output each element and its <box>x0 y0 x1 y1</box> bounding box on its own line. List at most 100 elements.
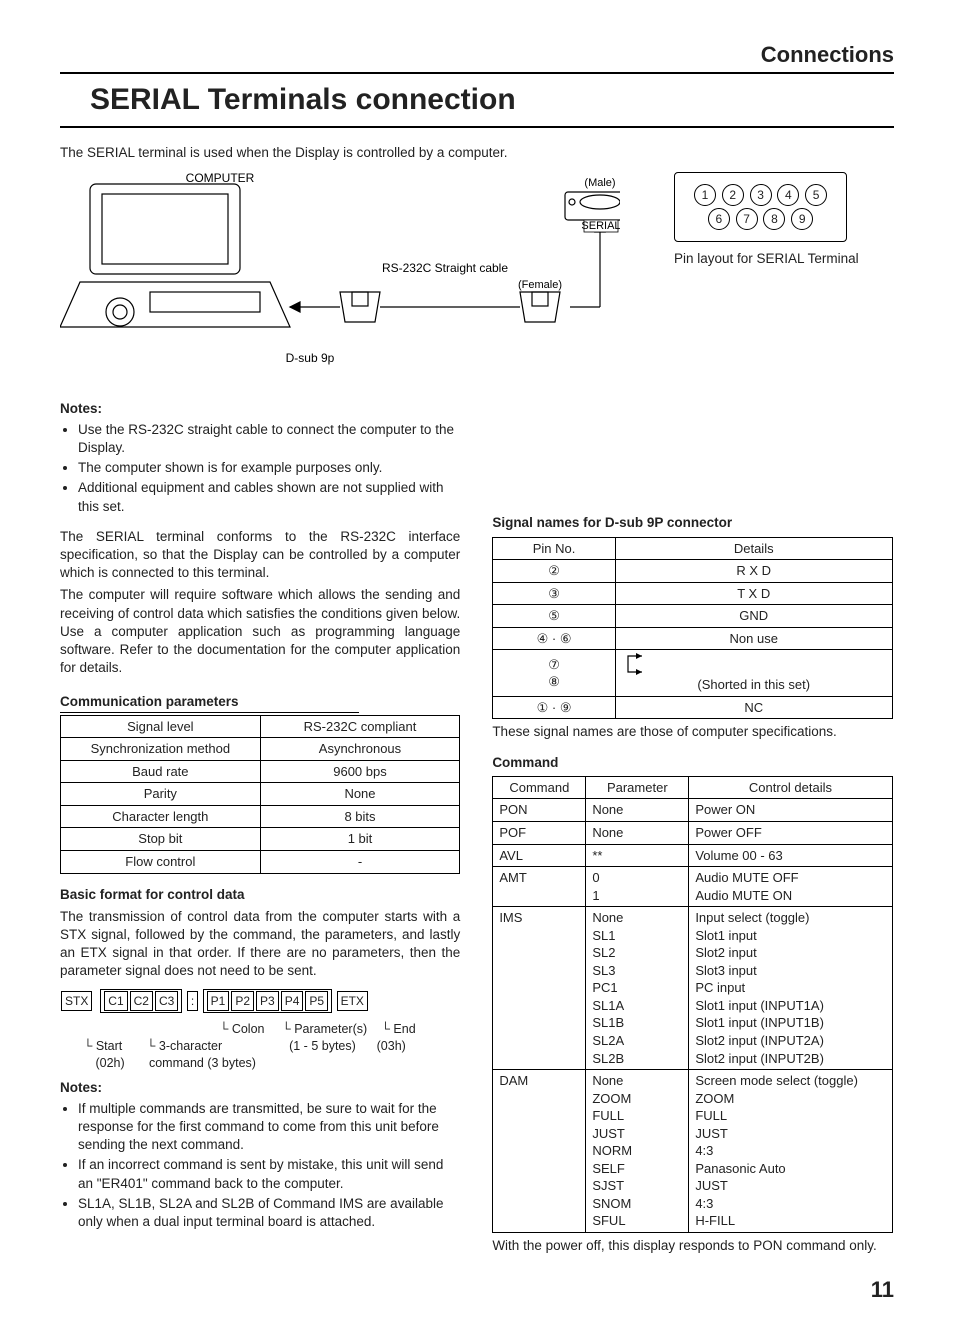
box-c2: C2 <box>130 991 153 1011</box>
table-cell: None <box>260 783 460 806</box>
note-item: Additional equipment and cables shown ar… <box>78 479 460 515</box>
table-cell: Signal level <box>61 715 261 738</box>
note-item: If an incorrect command is sent by mista… <box>78 1156 460 1192</box>
page-number: 11 <box>60 1275 894 1305</box>
table-cell: ② <box>493 560 616 583</box>
box-stx: STX <box>61 991 92 1011</box>
table-cell: ① · ⑨ <box>493 696 616 719</box>
table-cell: Power OFF <box>689 821 892 844</box>
table-cell: Stop bit <box>61 828 261 851</box>
table-cell: Synchronization method <box>61 738 261 761</box>
note-item: If multiple commands are transmitted, be… <box>78 1100 460 1155</box>
box-p2: P2 <box>231 991 254 1011</box>
table-cell: (Shorted in this set) <box>615 650 892 697</box>
pin-3: 3 <box>750 184 772 206</box>
command-footer: With the power off, this display respond… <box>492 1237 892 1255</box>
lbl-param: Parameter(s) <box>282 1022 367 1036</box>
notes2-heading: Notes: <box>60 1079 460 1097</box>
table-cell: T X D <box>615 582 892 605</box>
pin-layout-caption: Pin layout for SERIAL Terminal <box>674 250 894 268</box>
table-cell: None ZOOM FULL JUST NORM SELF SJST SNOM … <box>586 1070 689 1233</box>
table-cell: IMS <box>493 907 586 1070</box>
note-item: Use the RS-232C straight cable to connec… <box>78 421 460 457</box>
table-cell: Power ON <box>689 799 892 822</box>
dsub-label: D-sub 9p <box>286 351 335 365</box>
left-column: Notes: Use the RS-232C straight cable to… <box>60 392 460 1255</box>
table-header: Control details <box>689 776 892 799</box>
table-cell: Screen mode select (toggle) ZOOM FULL JU… <box>689 1070 892 1233</box>
box-p1: P1 <box>207 991 230 1011</box>
pin-6: 6 <box>708 208 730 230</box>
box-etx: ETX <box>337 991 368 1011</box>
table-header: Parameter <box>586 776 689 799</box>
lbl-cmd2: command (3 bytes) <box>149 1056 256 1070</box>
paragraph-1: The SERIAL terminal conforms to the RS-2… <box>60 528 460 583</box>
table-cell: Audio MUTE OFF Audio MUTE ON <box>689 867 892 907</box>
female-label: (Female) <box>518 279 562 291</box>
table-cell: Flow control <box>61 850 261 873</box>
pin-4: 4 <box>777 184 799 206</box>
table-cell: ⑤ <box>493 605 616 628</box>
comm-params-table: Signal levelRS-232C compliantSynchroniza… <box>60 715 460 874</box>
signal-names-heading: Signal names for D-sub 9P connector <box>492 514 892 532</box>
lbl-start-hex: (02h) <box>95 1056 124 1070</box>
table-cell: ** <box>586 844 689 867</box>
box-c1: C1 <box>104 991 127 1011</box>
lbl-end-hex: (03h) <box>377 1039 406 1053</box>
page-title: SERIAL Terminals connection <box>90 80 894 121</box>
signal-names-footer: These signal names are those of computer… <box>492 723 892 741</box>
box-p5: P5 <box>305 991 328 1011</box>
diagram-row: COMPUTER <box>60 172 894 382</box>
right-column: Signal names for D-sub 9P connector Pin … <box>492 392 892 1255</box>
table-cell: Parity <box>61 783 261 806</box>
table-header: Details <box>615 537 892 560</box>
table-cell: None SL1 SL2 SL3 PC1 SL1A SL1B SL2A SL2B <box>586 907 689 1070</box>
table-cell: ④ · ⑥ <box>493 627 616 650</box>
table-cell: Volume 00 - 63 <box>689 844 892 867</box>
table-cell: RS-232C compliant <box>260 715 460 738</box>
lbl-cmd: 3-character <box>147 1039 223 1053</box>
note-item: The computer shown is for example purpos… <box>78 459 460 477</box>
pin-5: 5 <box>805 184 827 206</box>
table-cell: ③ <box>493 582 616 605</box>
table-cell: None <box>586 799 689 822</box>
table-cell: - <box>260 850 460 873</box>
pin-layout-diagram: 1 2 3 4 5 6 7 8 9 <box>674 172 847 242</box>
pin-7: 7 <box>736 208 758 230</box>
format-labels: Colon Parameter(s) End Start 3-character… <box>66 1021 460 1072</box>
table-cell: Input select (toggle) Slot1 input Slot2 … <box>689 907 892 1070</box>
note-item: SL1A, SL1B, SL2A and SL2B of Command IMS… <box>78 1195 460 1231</box>
comm-params-heading: Communication parameters <box>60 693 359 712</box>
notes1-list: Use the RS-232C straight cable to connec… <box>60 421 460 516</box>
command-heading: Command <box>492 754 892 772</box>
box-p3: P3 <box>256 991 279 1011</box>
table-cell: ⑦ ⑧ <box>493 650 616 697</box>
notes2-list: If multiple commands are transmitted, be… <box>60 1100 460 1232</box>
intro-text: The SERIAL terminal is used when the Dis… <box>60 144 894 162</box>
table-cell: POF <box>493 821 586 844</box>
cable-label: RS-232C Straight cable <box>382 261 508 275</box>
table-cell: 9600 bps <box>260 760 460 783</box>
command-table: CommandParameterControl detailsPONNonePo… <box>492 776 892 1233</box>
paragraph-2: The computer will require software which… <box>60 586 460 677</box>
pin-layout-block: 1 2 3 4 5 6 7 8 9 Pin layout for SERIAL … <box>674 172 894 268</box>
lbl-end: End <box>381 1022 416 1036</box>
table-cell: Character length <box>61 805 261 828</box>
male-label: (Male) <box>584 177 615 189</box>
lbl-start: Start <box>83 1039 122 1053</box>
table-header: Pin No. <box>493 537 616 560</box>
section-header: Connections <box>60 40 894 74</box>
table-cell: NC <box>615 696 892 719</box>
box-colon: : <box>187 991 198 1011</box>
computer-label: COMPUTER <box>186 172 255 185</box>
table-cell: 8 bits <box>260 805 460 828</box>
box-p4: P4 <box>281 991 304 1011</box>
lbl-colon: Colon <box>219 1022 264 1036</box>
table-cell: Non use <box>615 627 892 650</box>
table-cell: 1 bit <box>260 828 460 851</box>
format-diagram: STX C1C2C3 : P1P2P3P4P5 ETX <box>60 989 460 1013</box>
box-c3: C3 <box>155 991 178 1011</box>
table-cell: Asynchronous <box>260 738 460 761</box>
pin-1: 1 <box>694 184 716 206</box>
table-cell: None <box>586 821 689 844</box>
